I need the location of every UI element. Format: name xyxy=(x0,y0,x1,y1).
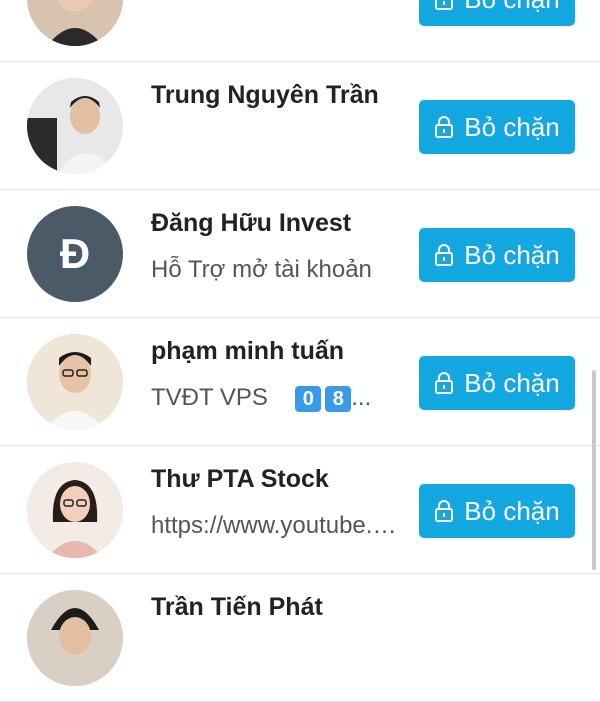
avatar[interactable] xyxy=(27,78,123,174)
unblock-label: Bỏ chặn xyxy=(464,367,560,398)
digit-badge: 0 xyxy=(295,385,322,412)
avatar-photo xyxy=(27,462,123,558)
avatar-photo xyxy=(27,334,123,430)
unblock-label: Bỏ chặn xyxy=(464,495,560,526)
blocked-users-list: Bỏ chặn Trung Nguyên Trần Bỏ chặn xyxy=(0,0,600,702)
unblock-label: Bỏ chặn xyxy=(464,0,559,15)
avatar[interactable] xyxy=(27,334,123,430)
list-item: Trần Tiến Phát xyxy=(0,574,600,702)
avatar-letter: Đ xyxy=(59,230,91,277)
avatar-photo xyxy=(27,0,123,46)
user-name: Đăng Hữu Invest xyxy=(151,209,352,237)
avatar[interactable]: Đ xyxy=(27,206,123,302)
user-name: Thư PTA Stock xyxy=(151,465,329,493)
digit-badge: 8 xyxy=(325,385,352,412)
avatar[interactable] xyxy=(27,0,123,46)
avatar[interactable] xyxy=(27,590,123,686)
subtitle-text: TVĐT VPS xyxy=(151,384,268,411)
list-item: Bỏ chặn xyxy=(0,0,600,62)
lock-icon xyxy=(435,116,454,138)
scrollbar[interactable] xyxy=(592,370,596,570)
user-subtitle: https://www.youtube.com xyxy=(151,512,401,539)
lock-icon xyxy=(435,372,454,394)
user-subtitle: TVĐT VPS 0 8... xyxy=(151,384,401,412)
lock-icon xyxy=(435,0,454,10)
unblock-button[interactable]: Bỏ chặn xyxy=(419,228,575,282)
avatar[interactable] xyxy=(27,462,123,558)
list-item: Thư PTA Stock https://www.youtube.com Bỏ… xyxy=(0,446,600,574)
list-item: Trung Nguyên Trần Bỏ chặn xyxy=(0,62,600,190)
unblock-label: Bỏ chặn xyxy=(464,239,560,270)
unblock-button[interactable]: Bỏ chặn xyxy=(419,100,575,154)
subtitle-ellipsis: ... xyxy=(351,384,372,411)
unblock-label: Bỏ chặn xyxy=(464,111,560,142)
list-item: Đ Đăng Hữu Invest Hỗ Trợ mở tài khoản Bỏ… xyxy=(0,190,600,318)
avatar-photo xyxy=(27,78,123,174)
user-name: Trần Tiến Phát xyxy=(151,593,323,621)
unblock-button[interactable]: Bỏ chặn xyxy=(419,356,575,410)
list-item: phạm minh tuấn TVĐT VPS 0 8... Bỏ chặn xyxy=(0,318,600,446)
lock-icon xyxy=(435,500,454,522)
unblock-button[interactable]: Bỏ chặn xyxy=(419,0,575,26)
avatar-photo xyxy=(27,590,123,686)
user-subtitle: Hỗ Trợ mở tài khoản xyxy=(151,256,372,283)
user-name: phạm minh tuấn xyxy=(151,337,345,365)
lock-icon xyxy=(435,244,454,266)
user-name: Trung Nguyên Trần xyxy=(151,81,379,109)
unblock-button[interactable]: Bỏ chặn xyxy=(419,484,575,538)
